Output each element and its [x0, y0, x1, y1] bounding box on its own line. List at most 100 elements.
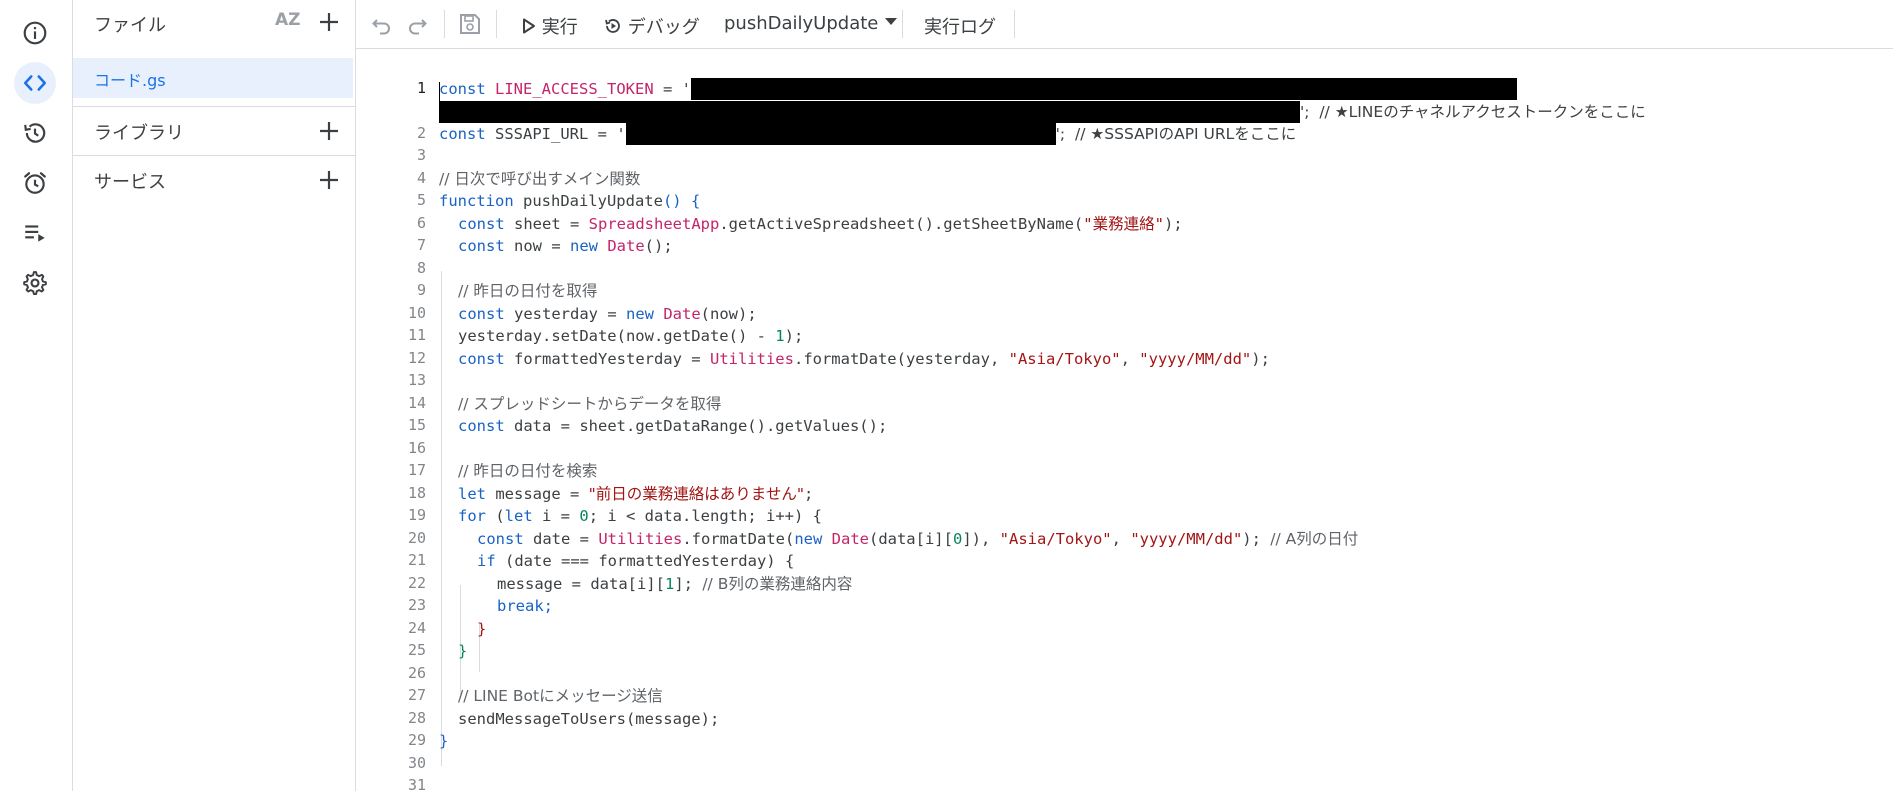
code-editor[interactable]: 1 2 3 4 5 6 7 8 9 10 11 12 13 14 15 16 1… [356, 49, 1893, 791]
services-section: サービス [73, 155, 355, 204]
triggers-button[interactable] [14, 162, 56, 204]
line-number: 30 [407, 754, 426, 772]
execution-log-label: 実行ログ [924, 17, 996, 38]
code-comment: // B列の業務連絡内容 [702, 575, 853, 593]
code-line-1: const LINE_ACCESS_TOKEN = ' [439, 78, 1517, 100]
line-number: 14 [407, 394, 426, 412]
redo-icon [409, 19, 427, 35]
function-select[interactable]: pushDailyUpdate [724, 13, 898, 34]
code-token: new [794, 530, 823, 548]
code-token: ; i < data.length; i++) { [588, 507, 822, 525]
line-number: 4 [416, 169, 426, 187]
code-line-7: const now = new Date(); [458, 235, 673, 257]
editor-toolbar: 実行 デバッグ pushDailyUpdate 実行ログ [356, 0, 1893, 49]
toolbar-divider [496, 10, 497, 38]
code-line-1-wrap: '; // ★LINEのチャネルアクセストークンをここに [439, 101, 1646, 123]
toolbar-divider [902, 10, 903, 38]
code-token: now = [504, 237, 570, 255]
code-token: message = [486, 485, 589, 503]
code-line-20: const date = Utilities.formatDate(new Da… [477, 528, 1358, 550]
code-token: SSSAPI_URL = ' [485, 125, 626, 143]
code-line-11: yesterday.setDate(now.getDate() - 1); [458, 325, 803, 347]
line-number: 28 [407, 709, 426, 727]
file-name: コード.gs [94, 71, 166, 90]
run-button[interactable]: 実行 [522, 13, 578, 39]
history-icon [24, 123, 46, 143]
save-button[interactable] [458, 12, 482, 36]
line-number: 11 [407, 326, 426, 344]
code-token: Utilities [598, 530, 683, 548]
code-token: Utilities [709, 350, 794, 368]
line-number: 27 [407, 686, 426, 704]
code-token: , [1120, 350, 1140, 368]
code-token: } [477, 620, 487, 638]
line-number: 22 [407, 574, 426, 592]
debug-button[interactable]: デバッグ [604, 13, 700, 39]
executions-button[interactable] [14, 212, 56, 254]
add-file-button[interactable] [317, 10, 341, 37]
line-number: 24 [407, 619, 426, 637]
code-token: (date === formattedYesterday) { [495, 552, 795, 570]
code-token: for [458, 507, 486, 525]
line-number: 8 [416, 259, 426, 277]
redacted-token [439, 101, 1300, 123]
execution-log-button[interactable]: 実行ログ [924, 13, 996, 39]
code-token: () { [662, 192, 701, 210]
redo-button[interactable] [405, 12, 429, 36]
code-token: const [477, 530, 524, 548]
deployments-history-button[interactable] [14, 112, 56, 154]
code-token: .formatDate( [682, 530, 795, 548]
code-line-21: if (date === formattedYesterday) { [477, 550, 794, 572]
run-label: 実行 [541, 17, 578, 38]
code-token: yesterday = [504, 305, 626, 323]
line-number: 26 [407, 664, 426, 682]
files-header: ファイル AZ [73, 0, 355, 48]
overview-button[interactable] [14, 12, 56, 54]
code-comment: // 日次で呼び出すメイン関数 [439, 170, 641, 188]
sort-files-button[interactable]: AZ [275, 10, 300, 30]
line-number: 20 [407, 529, 426, 547]
code-token: (); [644, 237, 673, 255]
code-token: data = sheet.getDataRange().getValues(); [504, 417, 888, 435]
code-token: .formatDate(yesterday, [793, 350, 1009, 368]
left-nav-rail [0, 0, 73, 791]
text-cursor [439, 82, 440, 104]
code-line-25: } [458, 640, 467, 662]
add-library-button[interactable] [317, 119, 341, 146]
code-token: "Asia/Tokyo" [999, 530, 1112, 548]
redacted-token [690, 78, 1517, 100]
file-item-code-gs[interactable]: コード.gs [73, 58, 353, 98]
editor-button[interactable] [14, 62, 56, 104]
line-number: 2 [416, 124, 426, 142]
code-token: ; [803, 485, 814, 503]
files-panel: ファイル AZ コード.gs ライブラリ サービス [73, 0, 356, 791]
code-comment: // 昨日の日付を検索 [458, 462, 598, 480]
code-token: 1 [664, 575, 675, 593]
code-icon [23, 75, 47, 91]
code-token: ); [1163, 215, 1183, 233]
line-number: 31 [407, 776, 426, 791]
line-number: 7 [416, 236, 426, 254]
project-settings-button[interactable] [14, 262, 56, 304]
code-token: function [439, 192, 514, 210]
code-token: sendMessageToUsers(message); [458, 710, 720, 728]
code-line-12: const formattedYesterday = Utilities.for… [458, 348, 1270, 370]
line-number: 10 [407, 304, 426, 322]
line-number: 6 [416, 214, 426, 232]
code-token: let [504, 507, 533, 525]
code-line-23: break; [497, 595, 553, 617]
code-line-19: for (let i = 0; i < data.length; i++) { [458, 505, 822, 527]
add-service-button[interactable] [317, 168, 341, 195]
indent-guide [441, 271, 442, 766]
line-number: 12 [407, 349, 426, 367]
code-token: ( [486, 507, 505, 525]
undo-button[interactable] [370, 12, 394, 36]
play-icon [523, 18, 535, 34]
code-line-24: } [477, 618, 486, 640]
code-line-6: const sheet = SpreadsheetApp.getActiveSp… [458, 213, 1183, 235]
code-token: .getActiveSpreadsheet().getSheetByName( [719, 215, 1084, 233]
save-icon [460, 14, 480, 34]
files-title: ファイル [94, 15, 166, 36]
code-comment: '; // ★LINEのチャネルアクセストークンをここに [1300, 103, 1646, 121]
sort-az-icon: AZ [275, 10, 301, 30]
